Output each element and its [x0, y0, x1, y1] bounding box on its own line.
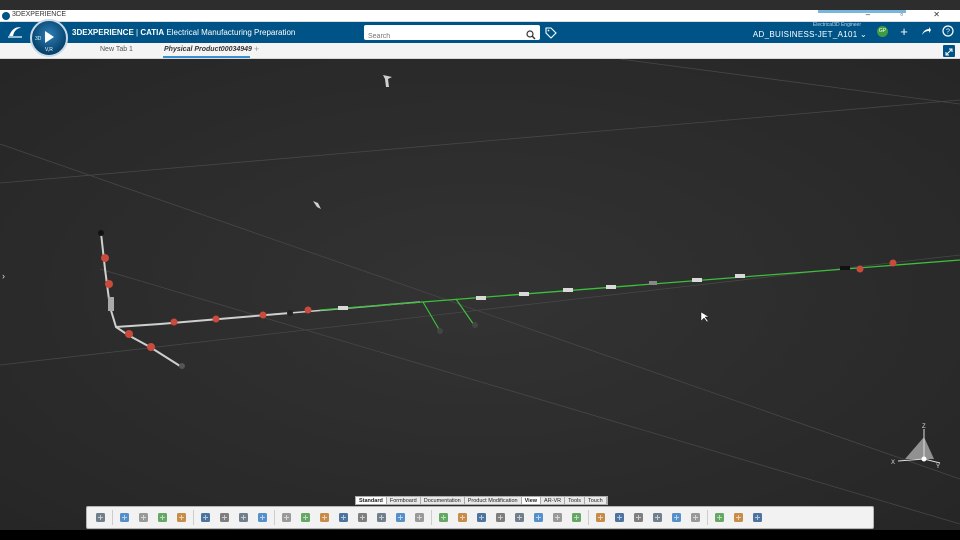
- brand-label: 3DEXPERIENCE: [72, 28, 134, 37]
- pin-icon[interactable]: [318, 511, 331, 524]
- branch-icon[interactable]: [218, 511, 231, 524]
- tree-icon[interactable]: [732, 511, 745, 524]
- tag-icon[interactable]: [545, 26, 557, 44]
- fit-all-icon[interactable]: [475, 511, 488, 524]
- cube-view-icon[interactable]: [456, 511, 469, 524]
- x-axis-label: X: [891, 460, 895, 466]
- tab-formboard[interactable]: Formboard: [386, 497, 421, 504]
- search-zoom-icon[interactable]: [437, 511, 450, 524]
- app-window: 3DEXPERIENCE – ▫ ✕ 3DEXPERIENCE | CATIA …: [0, 0, 960, 540]
- bar-chart-icon[interactable]: [394, 511, 407, 524]
- tab-documentation[interactable]: Documentation: [420, 497, 465, 504]
- paste-icon[interactable]: [156, 511, 169, 524]
- add-tab-icon[interactable]: +: [254, 44, 259, 54]
- render-icon[interactable]: [613, 511, 626, 524]
- search-input[interactable]: [368, 30, 518, 43]
- bundle-icon[interactable]: [356, 511, 369, 524]
- toolbar-separator: [193, 510, 194, 525]
- options-icon[interactable]: [751, 511, 764, 524]
- share-icon[interactable]: [919, 25, 933, 39]
- chevron-right-icon[interactable]: ›: [2, 271, 5, 281]
- toolbar-separator: [112, 510, 113, 525]
- route-icon[interactable]: [237, 511, 250, 524]
- toolbar-separator: [274, 510, 275, 525]
- compass-widget[interactable]: 3D V,R: [30, 19, 68, 57]
- tab-new-tab-1[interactable]: New Tab 1: [100, 46, 133, 53]
- app-title: 3DEXPERIENCE | CATIA Electrical Manufact…: [72, 28, 295, 37]
- toolbar-separator: [431, 510, 432, 525]
- os-title-bar: 3DEXPERIENCE – ▫ ✕: [0, 10, 960, 22]
- chevron-down-icon: ⌄: [859, 30, 867, 39]
- settings-icon[interactable]: [594, 511, 607, 524]
- iso-view-icon[interactable]: [570, 511, 583, 524]
- flatten-icon[interactable]: [337, 511, 350, 524]
- play-icon[interactable]: [45, 31, 54, 43]
- 3d-scene[interactable]: Z X Y: [0, 59, 960, 530]
- action-bar-tabs: Standard Formboard Documentation Product…: [355, 496, 608, 505]
- copy-icon[interactable]: [137, 511, 150, 524]
- 3d-viewport[interactable]: Z X Y ›: [0, 59, 960, 530]
- tab-tools[interactable]: Tools: [565, 497, 585, 504]
- product-label: CATIA: [140, 28, 165, 37]
- collab-space-selector[interactable]: AD_BUISINESS-JET_A101 ⌄: [753, 30, 867, 39]
- swap-icon[interactable]: [670, 511, 683, 524]
- tab-bar: New Tab 1 Physical Product00034949 +: [0, 43, 960, 59]
- rotate-icon[interactable]: [513, 511, 526, 524]
- tab-standard[interactable]: Standard: [356, 497, 387, 504]
- tab-physical-product[interactable]: Physical Product00034949: [164, 46, 252, 53]
- help-icon[interactable]: ?: [941, 25, 955, 39]
- measure-icon[interactable]: [689, 511, 702, 524]
- maximize-icon[interactable]: [943, 45, 955, 57]
- compass-3d-label: 3D: [35, 36, 42, 42]
- z-axis-label: Z: [922, 424, 926, 430]
- y-axis-label: Y: [936, 464, 940, 470]
- view-mode-icon[interactable]: [713, 511, 726, 524]
- segment-icon[interactable]: [256, 511, 269, 524]
- user-role: Electrical3D Engineer: [812, 22, 861, 28]
- search-box[interactable]: [364, 25, 540, 43]
- toolbar-separator: [707, 510, 708, 525]
- zoom-select-icon[interactable]: [199, 511, 212, 524]
- bottom-border: [0, 530, 960, 540]
- collapse-icon[interactable]: [94, 511, 107, 524]
- undo-icon[interactable]: [175, 511, 188, 524]
- toolbar-separator: [588, 510, 589, 525]
- capture-icon[interactable]: [632, 511, 645, 524]
- app-name-label: Electrical Manufacturing Preparation: [166, 28, 296, 37]
- normal-view-icon[interactable]: [551, 511, 564, 524]
- tab-ar-vr[interactable]: AR-VR: [541, 497, 566, 504]
- window-controls[interactable]: – ▫ ✕: [866, 10, 954, 19]
- tab-product-modification[interactable]: Product Modification: [464, 497, 522, 504]
- cut-icon[interactable]: [118, 511, 131, 524]
- hand-icon[interactable]: [299, 511, 312, 524]
- pan-icon[interactable]: [494, 511, 507, 524]
- layout-icon[interactable]: [413, 511, 426, 524]
- svg-text:?: ?: [946, 29, 950, 36]
- os-window-title: 3DEXPERIENCE: [12, 11, 67, 18]
- zoom-icon[interactable]: [532, 511, 545, 524]
- action-bar: [86, 506, 874, 529]
- hide-show-icon[interactable]: [651, 511, 664, 524]
- app-logo-icon: [2, 12, 10, 20]
- collab-space-label: AD_BUISINESS-JET_A101: [752, 30, 858, 39]
- cloud-icon[interactable]: [280, 511, 293, 524]
- avatar[interactable]: GP: [877, 26, 888, 37]
- active-tab-indicator: [163, 56, 250, 58]
- ds-logo-icon[interactable]: [6, 24, 26, 41]
- add-icon[interactable]: +: [897, 25, 911, 39]
- tab-view[interactable]: View: [521, 497, 542, 504]
- app-header: 3DEXPERIENCE | CATIA Electrical Manufact…: [0, 22, 960, 43]
- compass-vr-label: V,R: [45, 47, 53, 53]
- dimension-icon[interactable]: [375, 511, 388, 524]
- tab-touch[interactable]: Touch: [585, 497, 607, 504]
